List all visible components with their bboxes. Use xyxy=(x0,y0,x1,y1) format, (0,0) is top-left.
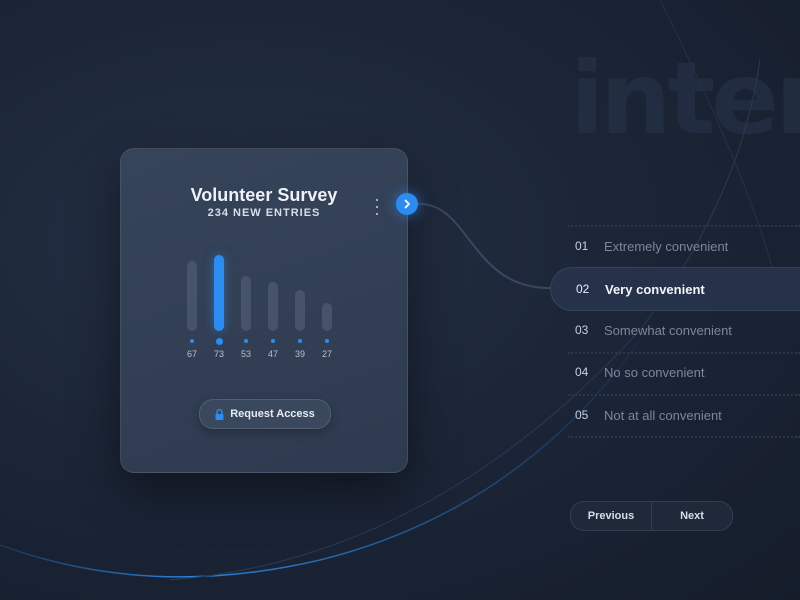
option-number: 03 xyxy=(575,323,589,337)
chart-bar[interactable] xyxy=(241,276,251,331)
chevron-right-icon[interactable] xyxy=(396,193,418,215)
option-number: 02 xyxy=(576,282,590,296)
chart-point-dot xyxy=(271,339,275,343)
option-item[interactable]: 01 Extremely convenient xyxy=(550,225,800,267)
chart-value-label: 39 xyxy=(294,349,305,359)
previous-button[interactable]: Previous xyxy=(571,502,652,530)
chart-point-dot xyxy=(244,339,248,343)
chart-bar[interactable] xyxy=(322,303,332,331)
option-number: 01 xyxy=(575,239,589,253)
chart-value-label: 27 xyxy=(321,349,332,359)
chart-value-label: 53 xyxy=(240,349,251,359)
option-item[interactable]: 03 Somewhat convenient xyxy=(550,309,800,351)
lock-icon xyxy=(215,408,224,420)
option-label: No so convenient xyxy=(604,364,705,380)
chart-value-label: 67 xyxy=(186,349,197,359)
option-number: 05 xyxy=(575,408,589,422)
survey-card: Volunteer Survey 234 NEW ENTRIES 67 73 53 4… xyxy=(120,148,408,473)
option-label: Not at all convenient xyxy=(604,407,722,423)
chart-bar[interactable] xyxy=(214,255,224,331)
chart-bar[interactable] xyxy=(268,282,278,331)
chart-point-dot xyxy=(325,339,329,343)
option-item[interactable]: 04 No so convenient xyxy=(550,351,800,393)
chart-point-dot xyxy=(298,339,302,343)
option-item[interactable]: 05 Not at all convenient xyxy=(550,394,800,436)
chart-bar[interactable] xyxy=(295,290,305,331)
option-divider xyxy=(568,225,800,227)
next-button[interactable]: Next xyxy=(652,502,732,530)
chart-value-label: 73 xyxy=(213,349,224,359)
request-access-button[interactable]: Request Access xyxy=(199,399,331,429)
option-divider xyxy=(568,436,800,438)
chart-bar[interactable] xyxy=(187,261,197,331)
option-divider xyxy=(568,394,800,396)
pager: Previous Next xyxy=(570,501,733,531)
chart-point-dot xyxy=(190,339,194,343)
option-divider xyxy=(568,352,800,354)
option-label: Extremely convenient xyxy=(604,238,729,254)
option-item[interactable]: 02 Very convenient xyxy=(550,267,800,311)
chart-point-dot xyxy=(215,337,223,345)
request-access-label: Request Access xyxy=(230,408,315,420)
chart-value-label: 47 xyxy=(267,349,278,359)
option-label: Somewhat convenient xyxy=(604,322,732,338)
option-label: Very convenient xyxy=(605,281,705,297)
option-number: 04 xyxy=(575,365,589,379)
